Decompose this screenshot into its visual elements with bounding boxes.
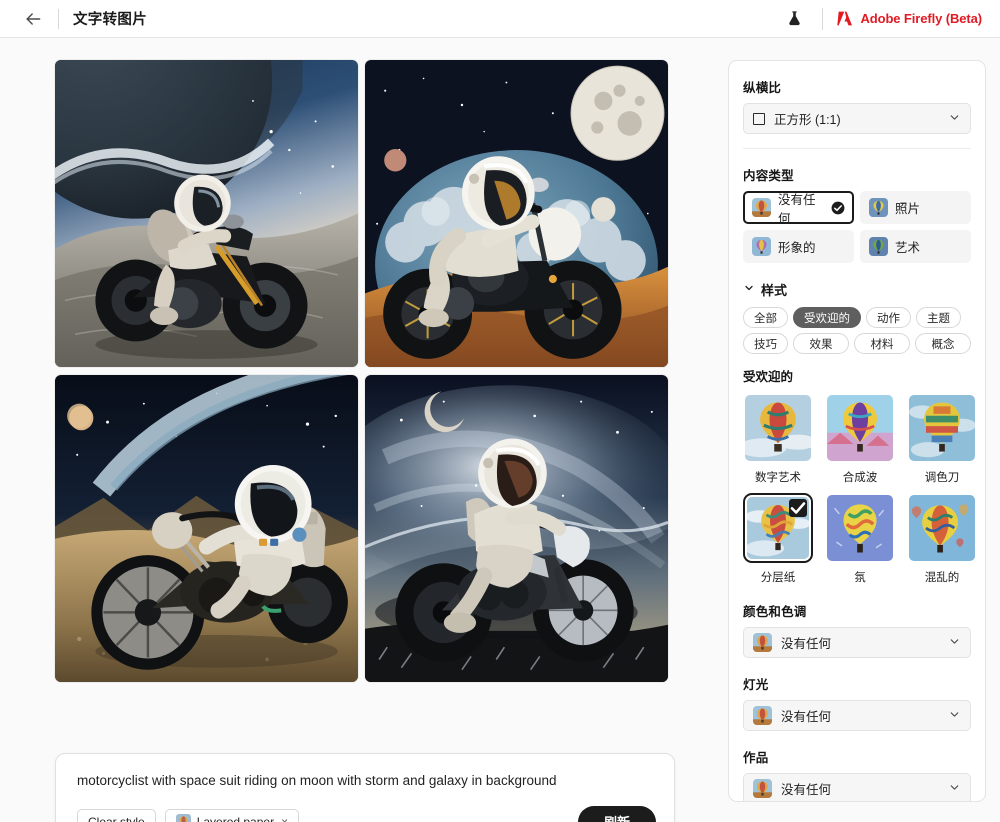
clear-style-button[interactable]: Clear style bbox=[77, 809, 156, 822]
content-type-label: 形象的 bbox=[778, 241, 816, 255]
styles-sub-label: 受欢迎的 bbox=[743, 370, 794, 384]
prompt-actions: Clear style Layered paper × 刷新 bbox=[77, 805, 656, 822]
style-thumbnail bbox=[825, 493, 895, 563]
composition-select[interactable]: 没有任何 bbox=[743, 773, 971, 801]
chevron-down-icon bbox=[948, 708, 961, 724]
aspect-ratio-value: 正方形 (1:1) bbox=[774, 113, 841, 127]
generated-image-3[interactable] bbox=[55, 375, 358, 682]
style-filter-movement[interactable]: 动作 bbox=[866, 307, 911, 328]
styles-section-header[interactable]: 样式 bbox=[743, 280, 971, 299]
style-filter-theme[interactable]: 主题 bbox=[916, 307, 961, 328]
clear-style-label: Clear style bbox=[88, 814, 145, 822]
composition-value: 没有任何 bbox=[781, 783, 832, 797]
style-label: 分层纸 bbox=[760, 572, 796, 584]
content-type-grid: 没有任何 照片 形象的 艺术 bbox=[743, 191, 971, 263]
color-tone-select[interactable]: 没有任何 bbox=[743, 627, 971, 658]
page-title: 文字转图片 bbox=[73, 12, 147, 28]
app-header: 文字转图片 Adobe Firefly (Beta) bbox=[0, 0, 1000, 38]
balloon-thumbnail-icon bbox=[753, 633, 772, 652]
style-filter-chips: 全部 受欢迎的 动作 主题 技巧 效果 材料 概念 bbox=[743, 307, 971, 354]
style-thumbnail bbox=[743, 393, 813, 463]
style-thumbnail bbox=[825, 393, 895, 463]
style-option-synthwave[interactable]: 合成波 bbox=[825, 393, 895, 485]
style-option-palette-knife[interactable]: 调色刀 bbox=[907, 393, 977, 485]
style-thumbnail-grid: 数字艺术 合成波 调色刀 分层纸 氛 混乱的 bbox=[743, 393, 975, 585]
style-filter-technique[interactable]: 技巧 bbox=[743, 333, 788, 354]
style-label: 数字艺术 bbox=[755, 472, 801, 484]
content-type-option-photo[interactable]: 照片 bbox=[860, 191, 971, 224]
style-option-layered-paper[interactable]: 分层纸 bbox=[743, 493, 813, 585]
chevron-down-icon bbox=[948, 111, 961, 127]
composition-title: 作品 bbox=[743, 751, 769, 765]
gallery-column: motorcyclist with space suit riding on m… bbox=[0, 38, 728, 822]
style-option-atmosphere[interactable]: 氛 bbox=[825, 493, 895, 585]
style-thumbnail bbox=[907, 493, 977, 563]
style-label: 混乱的 bbox=[924, 572, 960, 584]
style-filter-all[interactable]: 全部 bbox=[743, 307, 788, 328]
style-option-digital-art[interactable]: 数字艺术 bbox=[743, 393, 813, 485]
balloon-thumbnail-icon bbox=[869, 237, 888, 256]
generated-image-4[interactable] bbox=[365, 375, 668, 682]
lighting-title: 灯光 bbox=[743, 678, 769, 692]
chevron-down-icon bbox=[948, 635, 961, 651]
generated-image-1[interactable] bbox=[55, 60, 358, 367]
content-type-label: 没有任何 bbox=[778, 192, 816, 226]
lighting-select[interactable]: 没有任何 bbox=[743, 700, 971, 731]
style-filter-materials[interactable]: 材料 bbox=[854, 333, 910, 354]
style-filter-concepts[interactable]: 概念 bbox=[915, 333, 971, 354]
style-label: 氛 bbox=[854, 572, 866, 584]
header-divider-2 bbox=[822, 7, 824, 30]
balloon-thumbnail-icon bbox=[753, 779, 772, 798]
balloon-thumbnail-icon bbox=[752, 198, 771, 217]
refresh-button[interactable]: 刷新 bbox=[578, 805, 656, 822]
applied-style-chip[interactable]: Layered paper × bbox=[164, 809, 300, 822]
style-label: 合成波 bbox=[842, 472, 878, 484]
aspect-ratio-title: 纵横比 bbox=[743, 81, 782, 95]
content-type-title: 内容类型 bbox=[743, 169, 794, 183]
brand-name: Adobe Firefly (Beta) bbox=[860, 11, 982, 26]
generated-image-2[interactable] bbox=[365, 60, 668, 367]
prompt-bar: motorcyclist with space suit riding on m… bbox=[55, 753, 675, 822]
check-icon bbox=[789, 499, 807, 517]
style-filter-popular[interactable]: 受欢迎的 bbox=[793, 307, 861, 328]
style-chip-thumbnail-icon bbox=[175, 814, 191, 822]
main-area: motorcyclist with space suit riding on m… bbox=[0, 38, 1000, 822]
back-arrow-icon[interactable] bbox=[20, 6, 46, 32]
flask-icon[interactable] bbox=[780, 5, 808, 33]
lighting-value: 没有任何 bbox=[781, 710, 832, 724]
remove-style-icon[interactable]: × bbox=[281, 815, 288, 822]
header-actions: Adobe Firefly (Beta) bbox=[780, 5, 982, 33]
chevron-down-icon bbox=[743, 281, 755, 299]
color-tone-title: 颜色和色调 bbox=[743, 605, 807, 619]
style-filter-effects[interactable]: 效果 bbox=[793, 333, 849, 354]
square-icon bbox=[753, 112, 765, 125]
balloon-thumbnail-icon bbox=[752, 237, 771, 256]
style-chip-label: Layered paper bbox=[196, 814, 275, 822]
style-thumbnail bbox=[907, 393, 977, 463]
style-thumbnail bbox=[743, 493, 813, 563]
style-option-chaotic[interactable]: 混乱的 bbox=[907, 493, 977, 585]
content-type-option-graphic[interactable]: 形象的 bbox=[743, 230, 854, 263]
aspect-ratio-select[interactable]: 正方形 (1:1) bbox=[743, 103, 971, 134]
content-type-option-art[interactable]: 艺术 bbox=[860, 230, 971, 263]
content-type-option-none[interactable]: 没有任何 bbox=[743, 191, 854, 226]
adobe-logo-icon bbox=[837, 11, 853, 26]
image-grid bbox=[55, 60, 668, 682]
brand-logo[interactable]: Adobe Firefly (Beta) bbox=[837, 11, 982, 26]
settings-panel: 纵横比 正方形 (1:1) 内容类型 没有任何 照片 形象的 艺术 样式 全部 … bbox=[728, 60, 986, 802]
balloon-thumbnail-icon bbox=[869, 198, 888, 217]
balloon-thumbnail-icon bbox=[753, 706, 772, 725]
header-divider bbox=[58, 8, 59, 29]
check-circle-icon bbox=[831, 201, 845, 215]
content-type-label: 艺术 bbox=[895, 241, 921, 255]
chevron-down-icon bbox=[948, 781, 961, 797]
content-type-label: 照片 bbox=[895, 202, 921, 216]
prompt-input[interactable]: motorcyclist with space suit riding on m… bbox=[77, 772, 656, 790]
color-tone-value: 没有任何 bbox=[781, 637, 832, 651]
panel-divider-1 bbox=[743, 148, 971, 149]
style-label: 调色刀 bbox=[924, 472, 960, 484]
styles-title: 样式 bbox=[761, 283, 788, 298]
